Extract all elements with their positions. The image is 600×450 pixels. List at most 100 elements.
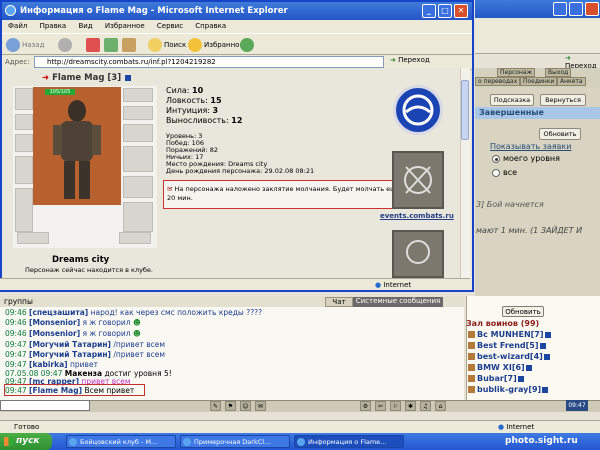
info-badge-icon[interactable] — [543, 353, 550, 360]
info-badge-icon[interactable] — [517, 375, 524, 382]
maximize-button[interactable]: □ — [438, 4, 452, 18]
user-item[interactable]: bublik-gray[9] — [468, 385, 549, 394]
belt-slot[interactable] — [17, 232, 49, 244]
tool-button[interactable]: ✉ — [255, 401, 266, 411]
bracer-slot[interactable] — [119, 232, 151, 244]
completed-header: Завершенные — [475, 107, 600, 119]
menu-tools[interactable]: Сервис — [157, 22, 183, 30]
events-link[interactable]: events.combats.ru — [380, 212, 454, 220]
refresh-users-button[interactable]: Обновить — [502, 306, 544, 317]
favorites-button[interactable]: Избранное — [188, 37, 244, 53]
events-banner[interactable] — [392, 151, 444, 209]
user-item[interactable]: Bubar[7] — [468, 374, 524, 383]
game-clock: 09:47 — [566, 400, 588, 411]
return-button[interactable]: Вернуться — [540, 94, 586, 106]
user-item[interactable]: best-wizard[4] — [468, 352, 550, 361]
tab-character[interactable]: Персонаж — [497, 68, 535, 77]
menu-help[interactable]: Справка — [195, 22, 226, 30]
task-button[interactable]: Примерочная DarkCl... — [180, 435, 290, 448]
shield-slot[interactable] — [123, 146, 153, 172]
maximize-button[interactable] — [569, 2, 583, 16]
info-badge-icon[interactable] — [525, 364, 532, 371]
tab-chat[interactable]: Чат — [325, 297, 353, 307]
earring-slot[interactable] — [123, 88, 153, 102]
home-button[interactable] — [122, 37, 138, 53]
tool-button[interactable]: ✂ — [375, 401, 386, 411]
refresh-requests-button[interactable]: Обновить — [539, 128, 581, 140]
leggings-slot[interactable] — [123, 176, 153, 198]
show-requests-link[interactable]: Показывать заявки — [490, 142, 571, 151]
tab-exit[interactable]: Выход — [545, 68, 572, 77]
menu-edit[interactable]: Правка — [40, 22, 67, 30]
refresh-button[interactable] — [104, 37, 120, 53]
chat-line: 09:47 [Могучий Татарин] /привет всем — [5, 350, 165, 359]
tool-button[interactable]: ☺ — [240, 401, 251, 411]
arrow-icon: ➜ — [42, 73, 50, 83]
info-badge-icon[interactable] — [544, 331, 551, 338]
tool-button[interactable]: ⚙ — [360, 401, 371, 411]
ring-slot[interactable] — [123, 106, 153, 120]
go-button[interactable]: ➜ Переход — [390, 56, 430, 64]
armor-slot[interactable] — [15, 156, 33, 184]
tool-button[interactable]: ⚑ — [225, 401, 236, 411]
second-banner[interactable] — [392, 230, 444, 278]
info-badge-icon[interactable] — [542, 386, 549, 393]
back-button[interactable]: Назад — [6, 37, 44, 53]
chat-time: 09:46 — [5, 318, 27, 327]
task-button[interactable]: Бойцовский клуб - M... — [66, 435, 176, 448]
menu-view[interactable]: Вид — [78, 22, 92, 30]
tab-system-messages[interactable]: Системные сообщения — [353, 297, 443, 307]
star-icon — [188, 38, 202, 52]
user-item[interactable]: Best Frend[5] — [468, 341, 546, 350]
tool-button[interactable]: ✎ — [210, 401, 221, 411]
close-button[interactable] — [585, 2, 599, 16]
stat-intuition: Интуиция: 3 — [166, 106, 218, 115]
chat-nick[interactable]: [kabirka] — [29, 360, 68, 369]
forward-button[interactable] — [58, 37, 74, 53]
task-button[interactable]: Информация о Flame... — [294, 435, 404, 448]
boots-slot[interactable] — [123, 202, 153, 232]
search-button[interactable]: Поиск — [148, 37, 186, 53]
hint-button[interactable]: Подсказка — [490, 94, 534, 106]
warrior-figure-icon — [53, 100, 101, 199]
weapon-slot[interactable] — [15, 134, 33, 152]
chat-nick[interactable]: [Monsenior] — [29, 329, 80, 338]
user-item[interactable]: Bc MUNHEN[7] — [468, 330, 551, 339]
menu-favorites[interactable]: Избранное — [105, 22, 145, 30]
tool-button[interactable]: ✱ — [405, 401, 416, 411]
close-button[interactable]: ✕ — [454, 4, 468, 18]
user-item[interactable]: BMW XI[6] — [468, 363, 532, 372]
tab-transfers[interactable]: о переводах — [475, 77, 521, 86]
tab-fights[interactable]: Поединки — [520, 77, 558, 86]
radio-my-level[interactable]: моего уровня — [492, 154, 560, 163]
media-button[interactable] — [240, 37, 256, 53]
task-label: Примерочная DarkCl... — [194, 438, 271, 446]
tool-button[interactable]: ♫ — [420, 401, 431, 411]
city-name: Dreams city — [52, 255, 110, 265]
chat-line: 09:46 [спецзашита] народ! как через смс … — [5, 308, 262, 317]
scrollbar-thumb[interactable] — [461, 80, 469, 140]
bg-go-button[interactable]: ➜ Переход — [565, 54, 600, 70]
info-badge-icon[interactable] — [539, 342, 546, 349]
cloak-slot[interactable] — [15, 188, 33, 232]
chat-input[interactable] — [0, 400, 90, 411]
stop-button[interactable] — [86, 37, 102, 53]
radio-all[interactable]: все — [492, 168, 517, 177]
minimize-button[interactable]: _ — [422, 4, 436, 18]
status-zone: ● Internet — [375, 279, 411, 291]
tool-button[interactable]: ⚐ — [390, 401, 401, 411]
chat-nick[interactable]: [Могучий Татарин] — [29, 350, 111, 359]
chat-nick[interactable]: [Monsenior] — [29, 318, 80, 327]
info-badge-icon[interactable] — [125, 74, 132, 81]
amulet-slot[interactable] — [15, 114, 33, 130]
menu-file[interactable]: Файл — [8, 22, 27, 30]
minimize-button[interactable] — [553, 2, 567, 16]
tool-button[interactable]: ⌂ — [435, 401, 446, 411]
tab-profile[interactable]: Анкета — [557, 77, 586, 86]
gloves-slot[interactable] — [123, 124, 153, 142]
address-input[interactable]: http://dreamscity.combats.ru/inf.pl?1204… — [34, 56, 384, 68]
refresh-icon — [104, 38, 118, 52]
chat-nick[interactable]: [спецзашита] — [29, 308, 88, 317]
chat-nick[interactable]: [Могучий Татарин] — [29, 340, 111, 349]
helmet-slot[interactable] — [15, 88, 33, 110]
